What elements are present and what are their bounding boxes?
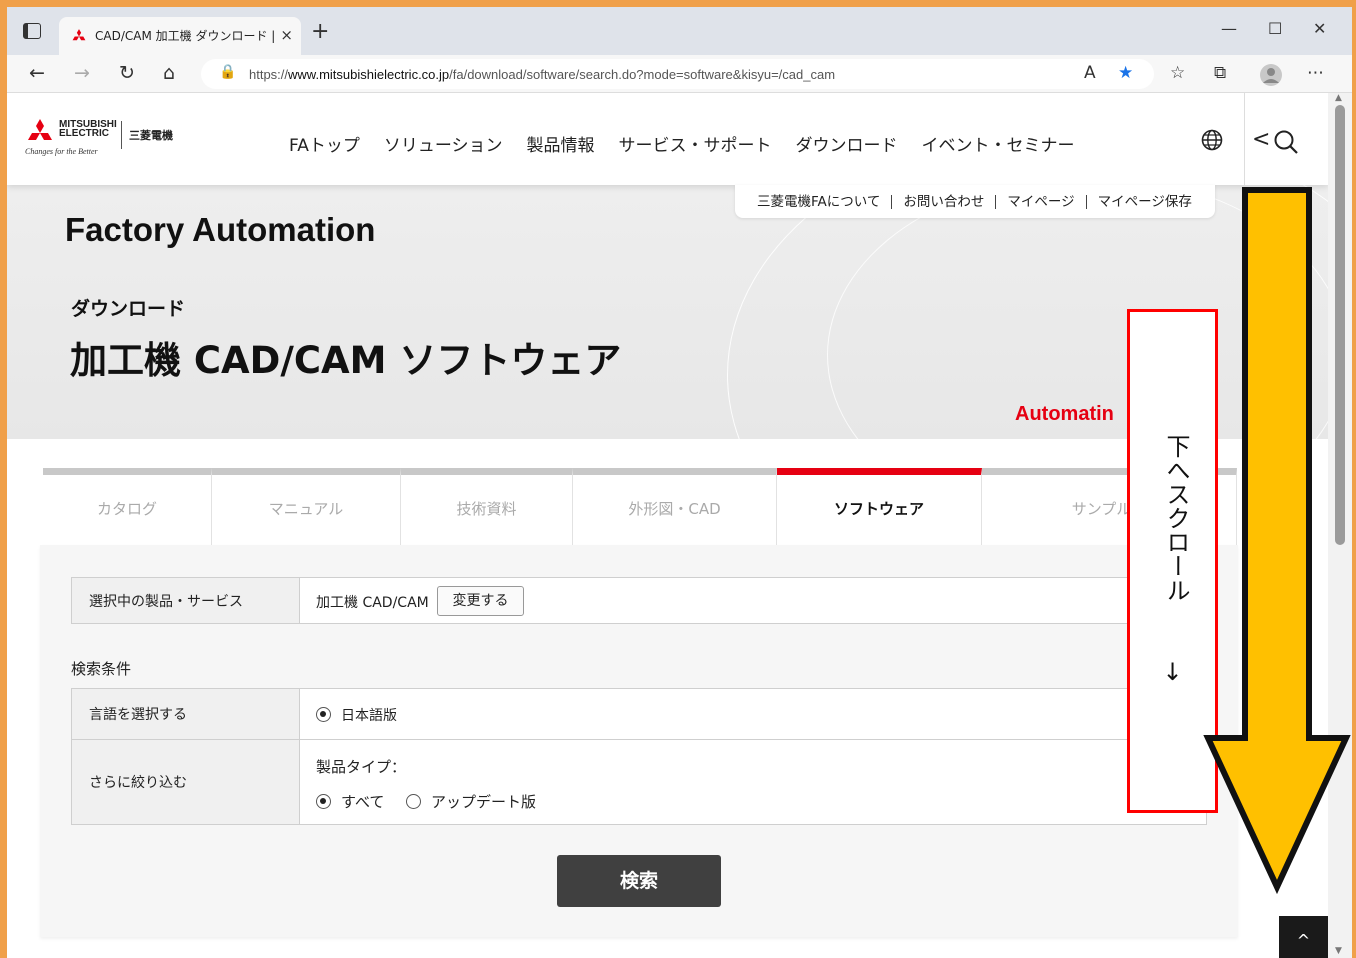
browser-window: CAD/CAM 加工機 ダウンロード | 三 × + — ☐ ✕ ← → ↻ ⌂…: [7, 7, 1352, 958]
logo-divider: [121, 121, 122, 149]
change-button[interactable]: 変更する: [437, 586, 524, 616]
browser-tab[interactable]: CAD/CAM 加工機 ダウンロード | 三 ×: [59, 17, 301, 55]
language-radio-japanese[interactable]: 日本語版: [316, 705, 397, 725]
category-tabs: カタログ マニュアル 技術資料 外形図・CAD ソフトウェア サンプルラ: [43, 468, 1237, 545]
search-icon[interactable]: [1273, 129, 1299, 155]
utility-links: 三菱電機FAについて お問い合わせ マイページ マイページ保存: [735, 185, 1215, 218]
collections-icon[interactable]: ⧉: [1214, 63, 1226, 83]
favorite-star-icon[interactable]: ★: [1118, 63, 1133, 83]
logo-tagline: Changes for the Better: [25, 147, 98, 156]
logo-japanese: 三菱電機: [129, 129, 173, 142]
nav-service-support[interactable]: サービス・サポート: [619, 131, 772, 156]
language-label: 言語を選択する: [72, 689, 300, 739]
reload-icon[interactable]: ↻: [119, 62, 135, 84]
nav-download[interactable]: ダウンロード: [796, 131, 898, 156]
lock-icon[interactable]: 🔒: [219, 64, 236, 80]
nav-products[interactable]: 製品情報: [527, 131, 595, 156]
link-mypage-save[interactable]: マイページ保存: [1085, 194, 1203, 209]
automating-tagline: Automatin: [1015, 403, 1114, 425]
language-row: 言語を選択する 日本語版: [71, 688, 1207, 740]
url-text[interactable]: https://www.mitsubishielectric.co.jp/fa/…: [249, 67, 835, 82]
search-conditions-heading: 検索条件: [71, 660, 132, 678]
narrow-row: さらに絞り込む 製品タイプ： すべて アップデート版: [71, 739, 1207, 825]
type-option-all-label: すべて: [341, 793, 385, 811]
tab-technical-docs[interactable]: 技術資料: [401, 468, 573, 545]
type-option-update-label: アップデート版: [431, 793, 537, 811]
mitsubishi-logo[interactable]: MITSUBISHI ELECTRIC Changes for the Bett…: [25, 117, 173, 157]
nav-solutions[interactable]: ソリューション: [384, 131, 503, 156]
page-title: 加工機 CAD/CAM ソフトウェア: [70, 339, 622, 382]
forward-icon[interactable]: →: [74, 62, 90, 84]
address-toolbar: ← → ↻ ⌂ 🔒 https://www.mitsubishielectric…: [7, 55, 1352, 93]
big-down-arrow-icon: [1203, 187, 1351, 895]
minimize-button[interactable]: —: [1221, 19, 1237, 38]
factory-automation-title: Factory Automation: [65, 211, 376, 248]
maximize-button[interactable]: ☐: [1268, 19, 1282, 38]
title-bar: CAD/CAM 加工機 ダウンロード | 三 × + — ☐ ✕: [7, 7, 1352, 55]
close-window-button[interactable]: ✕: [1313, 19, 1326, 38]
tab-close-icon[interactable]: ×: [280, 26, 293, 44]
type-radio-all[interactable]: すべて: [316, 791, 384, 812]
globe-icon[interactable]: [1201, 129, 1223, 151]
url-bar[interactable]: 🔒 https://www.mitsubishielectric.co.jp/f…: [201, 59, 1154, 89]
site-header: MITSUBISHI ELECTRIC Changes for the Bett…: [7, 93, 1328, 185]
more-menu-icon[interactable]: ⋯: [1307, 63, 1324, 83]
tab-actions-icon[interactable]: [23, 23, 41, 39]
new-tab-button[interactable]: +: [311, 19, 329, 44]
link-about-fa[interactable]: 三菱電機FAについて: [747, 195, 891, 209]
link-mypage[interactable]: マイページ: [995, 194, 1085, 209]
tab-manual[interactable]: マニュアル: [212, 468, 401, 545]
home-icon[interactable]: ⌂: [163, 62, 175, 84]
mitsubishi-favicon-icon: [72, 29, 86, 41]
nav-fa-top[interactable]: FAトップ: [289, 131, 360, 156]
back-icon[interactable]: ←: [29, 62, 45, 84]
type-radio-update[interactable]: アップデート版: [406, 791, 536, 812]
page-viewport: MITSUBISHI ELECTRIC Changes for the Bett…: [7, 93, 1328, 958]
selected-product-label: 選択中の製品・サービス: [72, 578, 300, 623]
logo-word-electric: ELECTRIC: [59, 128, 109, 139]
search-form-panel: 選択中の製品・サービス 加工機 CAD/CAM 変更する 検索条件 言語を選択す…: [40, 545, 1238, 937]
back-to-top-button[interactable]: ^: [1279, 916, 1328, 958]
scroll-down-note-text: 下へスクロール: [1162, 434, 1190, 602]
search-button[interactable]: 検索: [557, 855, 721, 907]
selected-product-row: 選択中の製品・サービス 加工機 CAD/CAM 変更する: [71, 577, 1207, 624]
radio-selected-icon[interactable]: [316, 707, 331, 722]
favorites-icon[interactable]: ☆: [1170, 63, 1185, 83]
tab-software[interactable]: ソフトウェア: [777, 468, 982, 545]
scroll-down-icon[interactable]: ▼: [1335, 946, 1342, 956]
section-label: ダウンロード: [71, 298, 186, 320]
radio-unselected-icon[interactable]: [406, 794, 421, 809]
nav-events[interactable]: イベント・セミナー: [922, 131, 1075, 156]
product-type-label: 製品タイプ：: [316, 758, 407, 776]
tab-outline-cad[interactable]: 外形図・CAD: [573, 468, 777, 545]
read-aloud-icon[interactable]: A: [1084, 63, 1096, 83]
radio-selected-icon[interactable]: [316, 794, 331, 809]
link-contact[interactable]: お問い合わせ: [891, 194, 995, 209]
tab-title: CAD/CAM 加工機 ダウンロード | 三: [95, 29, 275, 43]
header-divider: [1244, 93, 1245, 185]
chevron-left-icon[interactable]: <: [1252, 127, 1270, 152]
narrow-label: さらに絞り込む: [72, 740, 300, 824]
selected-product-value: 加工機 CAD/CAM: [316, 595, 429, 611]
global-nav: FAトップ ソリューション 製品情報 サービス・サポート ダウンロード イベント…: [289, 131, 1099, 156]
profile-avatar-icon[interactable]: [1260, 64, 1282, 86]
tab-catalog[interactable]: カタログ: [43, 468, 212, 545]
scroll-up-icon[interactable]: ▲: [1335, 93, 1342, 103]
language-option-label: 日本語版: [341, 708, 397, 724]
three-diamonds-icon: [28, 119, 52, 140]
